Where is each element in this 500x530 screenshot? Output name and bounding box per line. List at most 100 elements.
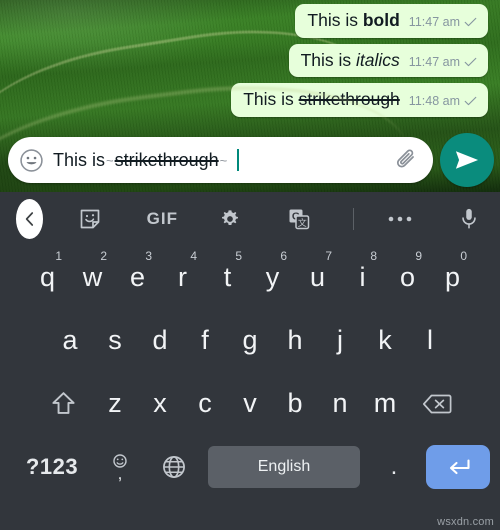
key-number: 9: [415, 248, 422, 263]
message-bubble[interactable]: This is strikethrough 11:48 am: [231, 83, 488, 117]
svg-text:文: 文: [298, 217, 307, 228]
message-composer: This is ~ strikethrough ~: [0, 130, 500, 190]
comma-key[interactable]: ,: [94, 443, 146, 491]
key-number: 6: [280, 248, 287, 263]
enter-key[interactable]: [426, 445, 490, 489]
key-w[interactable]: 2w: [70, 250, 115, 303]
single-check-icon: [464, 17, 477, 27]
key-label: y: [265, 262, 280, 292]
message-styled-word: bold: [362, 10, 400, 30]
message-time: 11:47 am: [408, 54, 460, 69]
period-key[interactable]: .: [366, 443, 422, 491]
key-s[interactable]: s: [93, 316, 138, 366]
backspace-key[interactable]: [408, 379, 466, 429]
key-label: m: [373, 388, 397, 418]
key-x[interactable]: x: [138, 379, 183, 429]
key-i[interactable]: 8i: [340, 250, 385, 303]
shift-key[interactable]: [35, 379, 93, 429]
message-input-bar[interactable]: This is ~ strikethrough ~: [8, 137, 433, 183]
gear-icon: [222, 210, 239, 225]
key-h[interactable]: h: [273, 316, 318, 366]
key-a[interactable]: a: [48, 316, 93, 366]
key-label: n: [332, 388, 348, 418]
key-c[interactable]: c: [183, 379, 228, 429]
key-j[interactable]: j: [318, 316, 363, 366]
key-l[interactable]: l: [408, 316, 453, 366]
send-button[interactable]: [440, 133, 494, 187]
message-list: This is bold 11:47 am This is italics 11…: [231, 4, 488, 117]
key-label: e: [129, 262, 146, 292]
enter-return-icon: [449, 459, 470, 475]
key-n[interactable]: n: [318, 379, 363, 429]
shift-arrow-icon: [52, 392, 75, 414]
key-q[interactable]: 1q: [25, 250, 70, 303]
key-label: a: [62, 325, 78, 355]
message-input-text[interactable]: This is ~ strikethrough ~: [53, 149, 384, 171]
settings-button[interactable]: [213, 198, 247, 240]
key-label: d: [152, 325, 168, 355]
message-text: This is bold: [307, 9, 399, 33]
key-u[interactable]: 7u: [295, 248, 340, 303]
keyboard-row-3: z x c v b n m: [0, 372, 500, 435]
smiley-icon[interactable]: [19, 148, 44, 173]
space-label: English: [257, 458, 311, 475]
key-label: b: [287, 388, 303, 418]
text-cursor: [237, 149, 240, 171]
more-dots-icon: [388, 216, 412, 222]
key-label: r: [178, 262, 187, 292]
input-tilde-close: ~: [219, 152, 228, 168]
more-button[interactable]: [380, 198, 420, 240]
key-y[interactable]: 6y: [250, 248, 295, 303]
key-e[interactable]: 3e: [115, 250, 160, 303]
gif-button[interactable]: GIF: [139, 198, 185, 240]
key-k[interactable]: k: [363, 316, 408, 366]
keyboard-row-1: 1q 2w 3e 4r 5t 6y 7u 8i 9o 0p: [0, 246, 500, 309]
key-number: 7: [325, 248, 332, 263]
key-r[interactable]: 4r: [160, 250, 205, 303]
paperclip-icon[interactable]: [393, 147, 419, 173]
message-bubble[interactable]: This is bold 11:47 am: [295, 4, 488, 38]
key-label: o: [399, 262, 416, 292]
sticker-icon: [80, 209, 100, 229]
sticker-button[interactable]: [71, 198, 109, 240]
key-label: w: [82, 262, 103, 292]
language-switch-key[interactable]: [146, 443, 202, 491]
keyboard-toolbar: GIF G 文: [0, 192, 500, 246]
key-g[interactable]: g: [228, 316, 273, 366]
message-prefix: This is: [307, 10, 363, 30]
key-label: t: [223, 262, 232, 292]
key-v[interactable]: v: [228, 379, 273, 429]
key-label: q: [39, 262, 56, 292]
chevron-left-icon: [25, 212, 33, 226]
message-prefix: This is: [243, 89, 299, 110]
numeric-label: ?123: [25, 454, 79, 479]
key-label: h: [287, 325, 303, 355]
key-b[interactable]: b: [273, 379, 318, 429]
message-styled-word: italics: [356, 49, 400, 70]
key-f[interactable]: f: [183, 316, 228, 366]
watermark: wsxdn.com: [437, 516, 494, 528]
key-label: k: [378, 325, 392, 355]
numeric-mode-key[interactable]: ?123: [10, 443, 94, 491]
voice-input-button[interactable]: [454, 198, 484, 240]
send-plane-icon: [455, 151, 479, 169]
back-button[interactable]: [16, 199, 44, 239]
key-t[interactable]: 5t: [205, 250, 250, 303]
message-bubble[interactable]: This is italics 11:47 am: [288, 43, 488, 78]
smiley-icon: ,: [113, 454, 127, 482]
backspace-icon: [422, 394, 451, 413]
key-label: i: [359, 262, 366, 292]
space-key[interactable]: English: [208, 446, 360, 488]
globe-icon: [163, 456, 185, 478]
translate-button[interactable]: G 文: [281, 198, 317, 240]
key-m[interactable]: m: [363, 379, 408, 429]
svg-text:,: ,: [118, 464, 123, 482]
key-p[interactable]: 0p: [430, 250, 475, 303]
keyboard-row-4: ?123 , English .: [0, 435, 500, 499]
microphone-icon: [462, 208, 476, 229]
key-z[interactable]: z: [93, 379, 138, 429]
message-text: This is italics: [301, 49, 400, 73]
key-d[interactable]: d: [138, 316, 183, 366]
message-meta: 11:48 am: [409, 94, 477, 108]
key-o[interactable]: 9o: [385, 248, 430, 303]
